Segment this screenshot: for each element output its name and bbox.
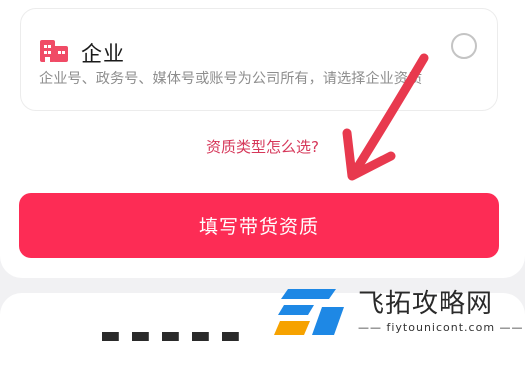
- option-description: 企业号、政务号、媒体号或账号为公司所有，请选择企业资质: [39, 71, 423, 87]
- watermark-logo-icon: [274, 289, 344, 335]
- fill-qualification-button[interactable]: 填写带货资质: [19, 193, 499, 258]
- option-title: 企业: [81, 42, 125, 66]
- qualification-panel: 企业 企业号、政务号、媒体号或账号为公司所有，请选择企业资质 资质类型怎么选? …: [0, 0, 525, 278]
- next-section-title-peek: ■ ■ ■ ■ ■: [100, 327, 244, 341]
- help-link[interactable]: 资质类型怎么选?: [0, 136, 525, 157]
- building-icon: [40, 40, 68, 62]
- watermark-subtext: —— fiytounicont.com ——: [358, 321, 524, 334]
- watermark-text: 飞拓攻略网: [358, 289, 494, 319]
- enterprise-option-card[interactable]: 企业 企业号、政务号、媒体号或账号为公司所有，请选择企业资质: [20, 8, 498, 111]
- option-radio[interactable]: [451, 33, 477, 59]
